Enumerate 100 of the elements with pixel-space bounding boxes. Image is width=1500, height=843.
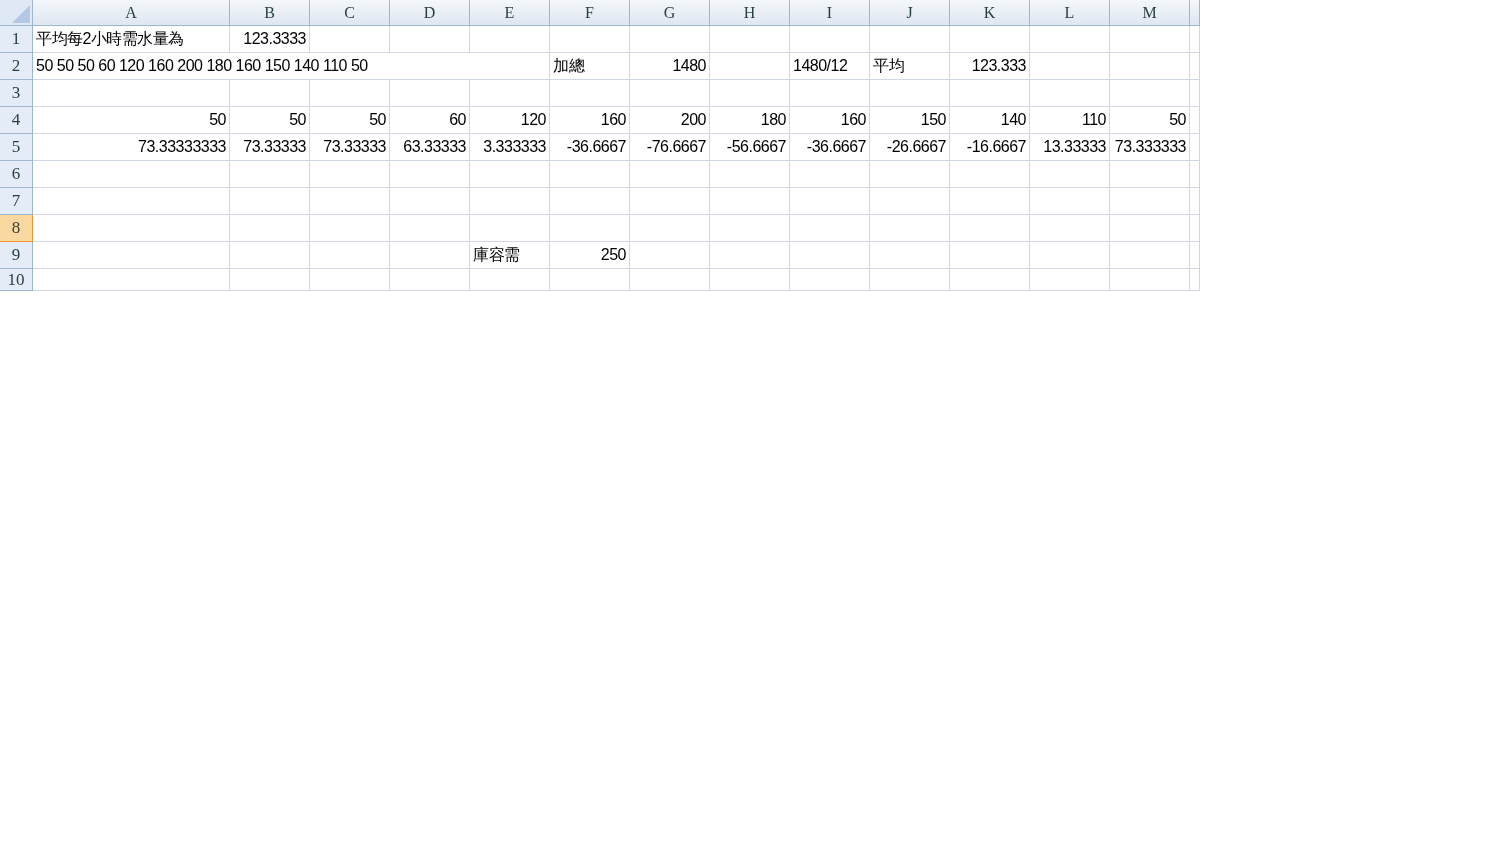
grid-cell[interactable]	[1110, 53, 1190, 80]
grid-cell[interactable]	[1030, 215, 1110, 242]
grid-cell[interactable]	[870, 242, 950, 269]
column-header[interactable]: J	[870, 0, 950, 26]
grid-cell[interactable]	[710, 269, 790, 291]
grid-cell[interactable]	[230, 215, 310, 242]
grid-cell[interactable]	[230, 80, 310, 107]
grid-cell[interactable]	[230, 161, 310, 188]
grid-cell[interactable]: 50	[1110, 107, 1190, 134]
grid-cell[interactable]	[870, 80, 950, 107]
grid-cell[interactable]	[470, 161, 550, 188]
grid-cell[interactable]	[710, 80, 790, 107]
grid-cell[interactable]	[710, 215, 790, 242]
grid-cell[interactable]	[630, 188, 710, 215]
column-header[interactable]: C	[310, 0, 390, 26]
grid-cell[interactable]: 160	[790, 107, 870, 134]
column-header[interactable]: D	[390, 0, 470, 26]
grid-cell[interactable]: -26.6667	[870, 134, 950, 161]
grid-cell[interactable]	[1030, 242, 1110, 269]
grid-cell[interactable]: 73.33333	[310, 134, 390, 161]
grid-cell[interactable]	[310, 269, 390, 291]
row-header[interactable]: 7	[0, 188, 33, 215]
grid-cell[interactable]	[950, 80, 1030, 107]
grid-cell[interactable]: 110	[1030, 107, 1110, 134]
column-header[interactable]: L	[1030, 0, 1110, 26]
grid-cell[interactable]: 50	[230, 107, 310, 134]
column-header[interactable]: H	[710, 0, 790, 26]
grid-cell[interactable]	[230, 188, 310, 215]
grid-cell[interactable]	[1030, 269, 1110, 291]
grid-cell[interactable]	[950, 26, 1030, 53]
grid-cell[interactable]: 1480	[630, 53, 710, 80]
grid-cell[interactable]	[710, 53, 790, 80]
grid-cell[interactable]: 73.33333	[230, 134, 310, 161]
grid-cell[interactable]	[1030, 26, 1110, 53]
row-header[interactable]: 10	[0, 269, 33, 291]
grid-cell[interactable]: 150	[870, 107, 950, 134]
grid-cell[interactable]	[790, 80, 870, 107]
grid-cell[interactable]	[470, 80, 550, 107]
grid-cell[interactable]	[630, 26, 710, 53]
grid-cell[interactable]: 63.33333	[390, 134, 470, 161]
grid-cell[interactable]	[1110, 26, 1190, 53]
grid-cell[interactable]	[33, 188, 230, 215]
grid-cell[interactable]	[550, 269, 630, 291]
grid-cell[interactable]	[470, 215, 550, 242]
grid-cell[interactable]	[33, 215, 230, 242]
grid-cell[interactable]: 13.33333	[1030, 134, 1110, 161]
grid-cell[interactable]: 50	[33, 107, 230, 134]
grid-cell[interactable]	[550, 188, 630, 215]
grid-cell[interactable]	[310, 26, 390, 53]
grid-cell[interactable]	[710, 242, 790, 269]
grid-cell[interactable]	[1190, 134, 1200, 161]
grid-cell[interactable]	[33, 80, 230, 107]
grid-cell[interactable]: 50	[310, 107, 390, 134]
row-header[interactable]: 4	[0, 107, 33, 134]
grid-cell[interactable]: 123.333	[950, 53, 1030, 80]
grid-cell[interactable]	[630, 80, 710, 107]
grid-cell[interactable]: 120	[470, 107, 550, 134]
row-header[interactable]: 2	[0, 53, 33, 80]
grid-cell[interactable]: 160	[550, 107, 630, 134]
grid-cell[interactable]	[390, 26, 470, 53]
grid-cell[interactable]	[470, 269, 550, 291]
grid-cell[interactable]	[710, 188, 790, 215]
grid-cell[interactable]	[33, 269, 230, 291]
grid-cell[interactable]	[950, 269, 1030, 291]
grid-cell[interactable]	[1110, 188, 1190, 215]
grid-cell[interactable]	[630, 269, 710, 291]
grid-cell[interactable]	[1190, 215, 1200, 242]
grid-cell[interactable]	[390, 242, 470, 269]
grid-cell[interactable]: -76.6667	[630, 134, 710, 161]
grid-cell[interactable]	[710, 161, 790, 188]
grid-cell[interactable]	[630, 215, 710, 242]
grid-cell[interactable]	[870, 26, 950, 53]
grid-cell[interactable]	[390, 269, 470, 291]
grid-cell[interactable]	[310, 161, 390, 188]
grid-cell[interactable]: 180	[710, 107, 790, 134]
grid-cell[interactable]: 3.333333	[470, 134, 550, 161]
grid-cell[interactable]: 140	[950, 107, 1030, 134]
grid-cell[interactable]: 加總	[550, 53, 630, 80]
grid-cell[interactable]: 200	[630, 107, 710, 134]
column-header[interactable]: I	[790, 0, 870, 26]
grid-cell[interactable]	[1030, 188, 1110, 215]
grid-cell[interactable]	[870, 215, 950, 242]
grid-cell[interactable]	[1110, 242, 1190, 269]
grid-cell[interactable]: 平均	[870, 53, 950, 80]
column-header[interactable]	[1190, 0, 1200, 26]
grid-cell[interactable]	[550, 80, 630, 107]
grid-cell[interactable]	[790, 215, 870, 242]
grid-cell[interactable]	[310, 215, 390, 242]
grid-cell[interactable]	[1030, 80, 1110, 107]
grid-cell[interactable]	[1030, 161, 1110, 188]
grid-cell[interactable]	[470, 26, 550, 53]
grid-cell[interactable]	[1190, 26, 1200, 53]
grid-cell[interactable]	[790, 242, 870, 269]
column-header[interactable]: G	[630, 0, 710, 26]
grid-cell[interactable]	[230, 242, 310, 269]
grid-cell[interactable]	[1110, 269, 1190, 291]
grid-cell[interactable]	[390, 80, 470, 107]
column-header[interactable]: E	[470, 0, 550, 26]
row-header[interactable]: 3	[0, 80, 33, 107]
grid-cell[interactable]	[950, 161, 1030, 188]
